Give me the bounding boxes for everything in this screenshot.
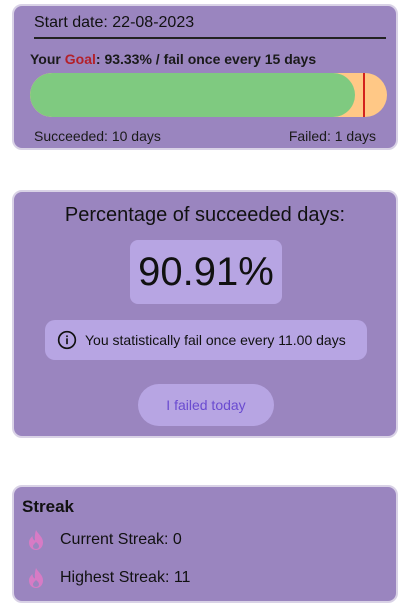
goal-percent: 93.33% (104, 51, 152, 67)
failed-count: Failed: 1 days (288, 128, 376, 144)
progress-bar (30, 73, 387, 117)
percentage-card: Percentage of succeeded days: 90.91% You… (12, 190, 398, 438)
flame-icon (29, 530, 43, 550)
highest-streak-label: Highest Streak: 11 (60, 569, 191, 586)
flame-icon (29, 568, 43, 588)
start-date: Start date: 22-08-2023 (34, 14, 195, 31)
goal-word: Goal (64, 51, 96, 67)
highest-streak-row: Highest Streak: 11 (26, 567, 190, 589)
goal-prefix: Your (30, 51, 65, 67)
failed-today-button[interactable]: I failed today (138, 384, 274, 426)
divider (34, 37, 386, 39)
percentage-value: 90.91% (130, 240, 282, 304)
statistic-text: You statistically fail once every 11.00 … (85, 332, 346, 348)
succeeded-count: Succeeded: 10 days (34, 128, 161, 144)
percentage-heading: Percentage of succeeded days: (64, 204, 346, 226)
streak-card: Streak Current Streak: 0 Highest Streak:… (12, 485, 398, 603)
goal-card: Start date: 22-08-2023 Your Goal: 93.33%… (12, 4, 398, 150)
current-streak-label: Current Streak: 0 (60, 531, 182, 548)
progress-fill-succeeded (30, 73, 355, 117)
info-icon (57, 330, 77, 350)
current-streak-row: Current Streak: 0 (26, 529, 182, 551)
goal-marker (363, 73, 365, 117)
goal-line: Your Goal: 93.33% / fail once every 15 d… (30, 51, 316, 67)
streak-title: Streak (22, 497, 74, 516)
statistic-chip: You statistically fail once every 11.00 … (45, 320, 367, 360)
goal-suffix: / fail once every 15 days (151, 51, 317, 67)
